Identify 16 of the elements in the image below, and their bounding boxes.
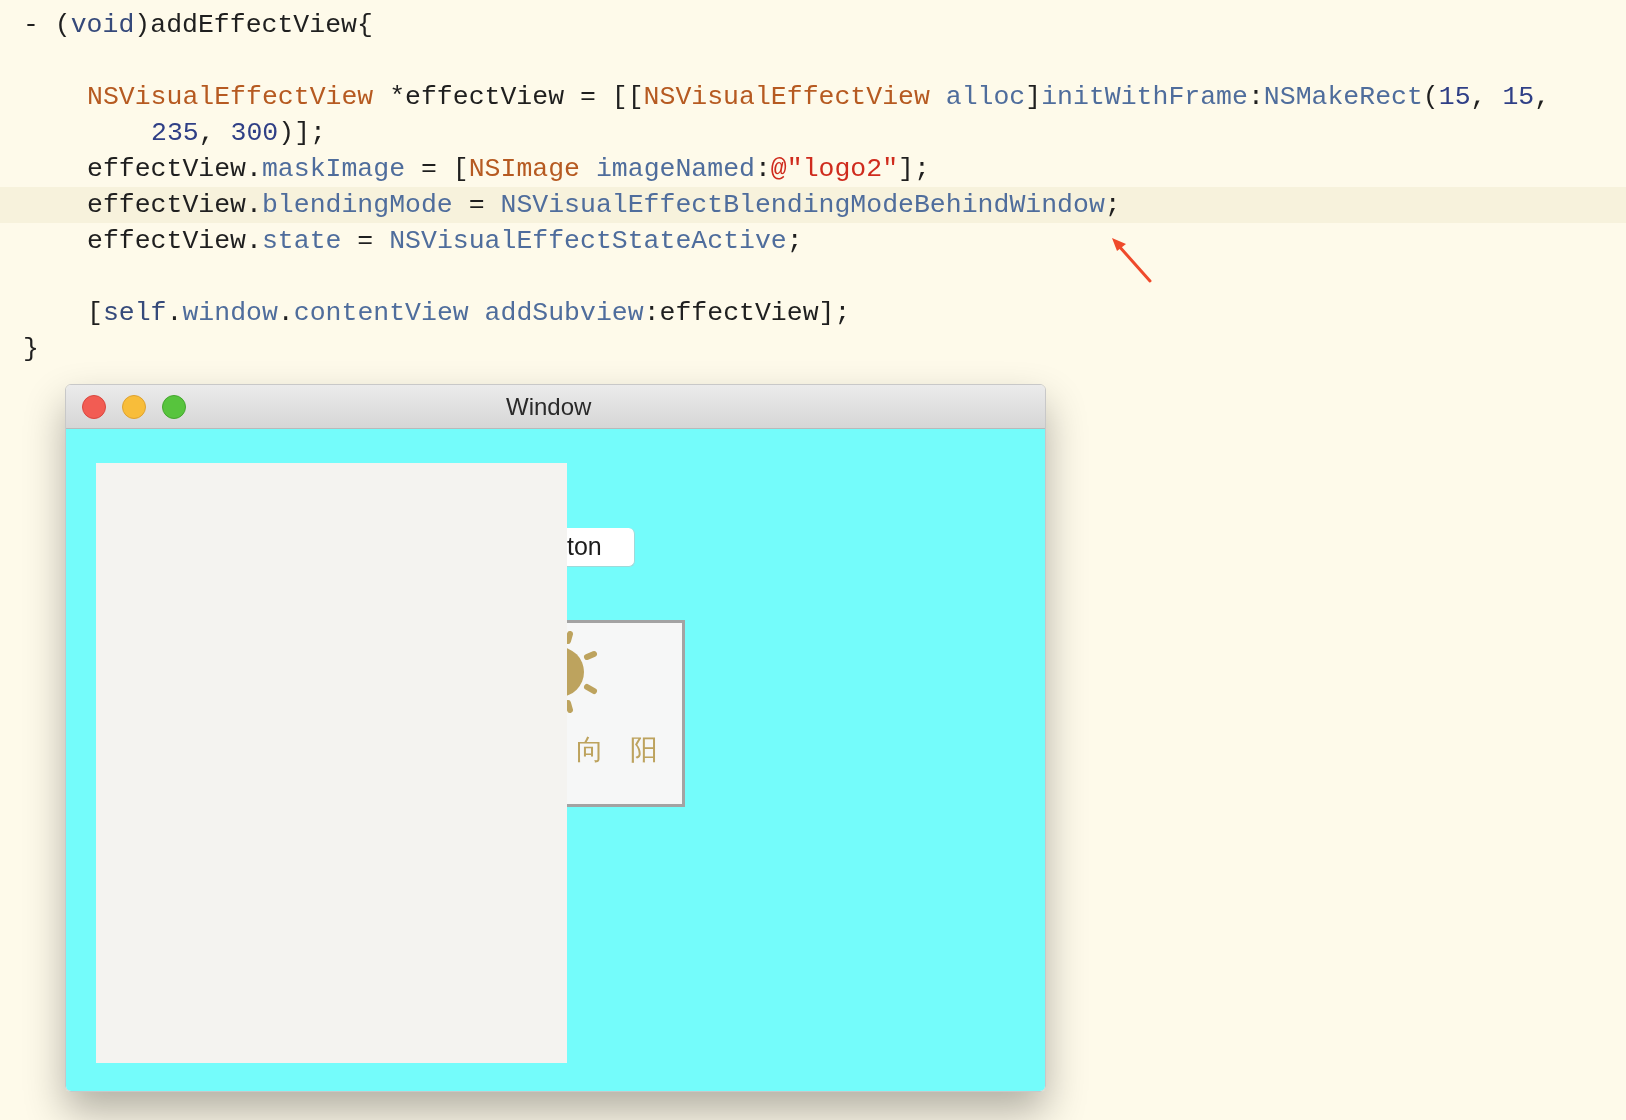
window-title: Window <box>506 391 592 422</box>
close-button[interactable] <box>82 394 106 419</box>
code-line: - (void)addEffectView{ <box>23 10 373 40</box>
push-button[interactable]: ton <box>567 528 635 567</box>
code-line: effectView.state = NSVisualEffectStateActive; <box>87 226 803 256</box>
arrow-icon <box>1110 236 1154 284</box>
logo-text: 阳 <box>630 733 658 767</box>
logo-text: 向 <box>576 733 604 767</box>
code-line: NSVisualEffectView *effectView = [[NSVisualEffectView alloc]initWithFrame:NSMakeRect(15, 15, <box>87 82 1551 112</box>
minimize-button[interactable] <box>122 394 146 419</box>
code-line: } <box>23 334 39 364</box>
code-line: effectView.blendingMode = NSVisualEffectBlendingModeBehindWindow; <box>87 190 1121 220</box>
code-line: effectView.maskImage = [NSImage imageNamed:@"logo2"]; <box>87 154 930 184</box>
zoom-button[interactable] <box>162 394 186 419</box>
code-line: 235, 300)]; <box>151 118 326 148</box>
code-line: [self.window.contentView addSubview:effectView]; <box>87 298 851 328</box>
